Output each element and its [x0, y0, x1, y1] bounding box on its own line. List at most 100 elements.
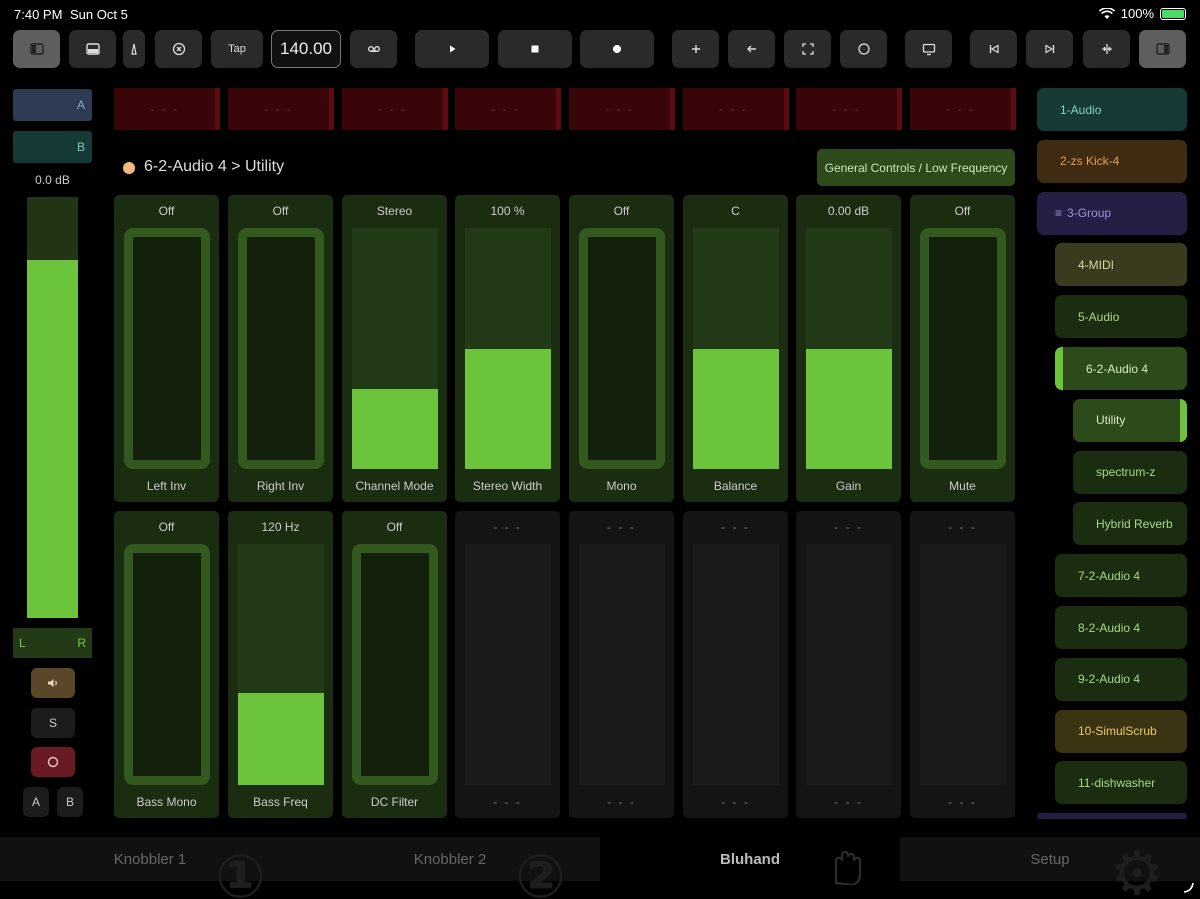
parameter-label: Bass Mono [136, 795, 197, 809]
bottom-panel-toggle-button[interactable] [69, 30, 116, 68]
parameter-toggle[interactable] [124, 228, 210, 469]
parameter-value: 0.00 dB [827, 204, 870, 218]
track-list-item[interactable]: Hybrid Reverb [1073, 502, 1187, 546]
tab-bluhand[interactable]: Bluhand [600, 837, 900, 885]
volume-fader-fill [27, 260, 78, 618]
sidebar-left-icon [29, 43, 44, 55]
track-list-item[interactable]: Utility [1073, 398, 1187, 442]
split-button[interactable] [1083, 30, 1130, 68]
crossfade-a-button[interactable]: A [23, 787, 49, 817]
track-list-item[interactable]: ≡ 3-Group [1037, 191, 1187, 235]
resize-handle-icon[interactable] [1182, 880, 1196, 894]
display-button[interactable] [905, 30, 952, 68]
pan-control[interactable]: L R [13, 628, 92, 658]
parameter-slider[interactable] [352, 228, 438, 469]
parameter-toggle[interactable] [352, 544, 438, 785]
next-track-button[interactable] [1026, 30, 1073, 68]
parameter-value: Off [613, 204, 630, 218]
track-list-item[interactable]: 10-SimulScrub [1055, 709, 1187, 753]
clip-slot[interactable]: - - - [455, 88, 561, 130]
parameter-slider[interactable] [238, 544, 324, 785]
clip-slot[interactable]: - - - [569, 88, 675, 130]
fullscreen-button[interactable] [784, 30, 831, 68]
parameter-cell[interactable]: Off Right Inv [228, 195, 333, 502]
parameter-toggle[interactable] [124, 544, 210, 785]
track-list-item[interactable]: 5-Audio [1055, 295, 1187, 339]
parameter-cell[interactable]: Off DC Filter [342, 511, 447, 818]
parameter-toggle[interactable] [920, 228, 1006, 469]
solo-button[interactable]: S [31, 708, 75, 738]
volume-fader[interactable] [27, 197, 78, 618]
monitor-icon [922, 43, 935, 56]
clip-slot[interactable]: - - - [910, 88, 1016, 130]
previous-track-button[interactable] [970, 30, 1017, 68]
parameter-cell[interactable]: 100 % Stereo Width [455, 195, 560, 502]
add-button[interactable] [672, 30, 719, 68]
clip-slot[interactable]: - - - [683, 88, 789, 130]
track-list-item[interactable]: 6-2-Audio 4 [1055, 347, 1187, 390]
back-button[interactable] [728, 30, 775, 68]
tap-tempo-button[interactable]: Tap [211, 30, 263, 68]
parameter-label: DC Filter [370, 795, 419, 809]
play-button[interactable] [415, 30, 489, 68]
parameter-slider[interactable] [806, 228, 892, 469]
parameter-label: Right Inv [256, 479, 305, 493]
track-list-item[interactable]: 7-2-Audio 4 [1055, 554, 1187, 598]
sidebar-right-icon [1155, 43, 1170, 55]
parameter-value: Off [158, 204, 175, 218]
metronome-icon [131, 43, 137, 55]
parameter-slider[interactable] [465, 228, 551, 469]
tab-knobbler-1[interactable]: ① Knobbler 1 [0, 837, 300, 899]
parameter-value: - - - [493, 520, 522, 534]
left-panel-toggle-button[interactable] [13, 30, 60, 68]
circle-button[interactable] [840, 30, 887, 68]
slider-fill [238, 693, 324, 785]
tab-knobbler-2[interactable]: ② Knobbler 2 [300, 837, 600, 899]
parameter-page-button[interactable]: General Controls / Low Frequency [817, 149, 1015, 186]
record-arm-icon [47, 756, 59, 768]
stop-all-clips-button[interactable] [155, 30, 202, 68]
clip-slot[interactable]: - - - [114, 88, 220, 130]
parameter-cell[interactable]: C Balance [683, 195, 788, 502]
circle-icon [857, 43, 870, 55]
clip-slot[interactable]: - - - [342, 88, 448, 130]
mute-button[interactable] [31, 668, 75, 698]
tempo-display[interactable]: 140.00 [271, 30, 341, 68]
loop-button[interactable] [350, 30, 397, 68]
parameter-toggle[interactable] [238, 228, 324, 469]
parameter-slider[interactable] [693, 228, 779, 469]
parameter-toggle[interactable] [579, 228, 665, 469]
parameter-cell[interactable]: Stereo Channel Mode [342, 195, 447, 502]
tab-setup[interactable]: ⚙ Setup [900, 837, 1200, 899]
track-list-item[interactable]: spectrum-z [1073, 450, 1187, 494]
record-button[interactable] [580, 30, 654, 68]
pan-right-label: R [77, 636, 86, 650]
clip-slot[interactable]: - - - [796, 88, 902, 130]
parameter-cell[interactable]: Off Mono [569, 195, 674, 502]
parameter-cell[interactable]: Off Bass Mono [114, 511, 219, 818]
clip-slot[interactable]: - - - [228, 88, 334, 130]
parameter-cell[interactable]: 0.00 dB Gain [796, 195, 901, 502]
stop-button[interactable] [498, 30, 572, 68]
track-list-item[interactable]: 4-MIDI [1055, 243, 1187, 287]
device-slot-a[interactable]: A [13, 89, 92, 121]
metronome-button[interactable] [123, 30, 145, 68]
track-list-item[interactable]: 8-2-Audio 4 [1055, 606, 1187, 649]
parameter-label: Stereo Width [472, 479, 543, 493]
right-panel-toggle-button[interactable] [1139, 30, 1186, 68]
parameter-cell[interactable]: 120 Hz Bass Freq [228, 511, 333, 818]
parameter-cell[interactable]: Off Left Inv [114, 195, 219, 502]
parameter-cell[interactable]: Off Mute [910, 195, 1015, 502]
wifi-icon [1098, 7, 1115, 19]
track-list-item[interactable]: 1-Audio [1037, 88, 1187, 131]
crossfade-b-button[interactable]: B [57, 787, 83, 817]
track-name: Utility [1096, 413, 1126, 428]
track-list-item[interactable] [1037, 813, 1187, 819]
track-list-item[interactable]: 9-2-Audio 4 [1055, 657, 1187, 701]
parameter-label: Bass Freq [253, 795, 308, 809]
device-slot-b[interactable]: B [13, 131, 92, 163]
track-list-item[interactable]: 11-dishwasher [1055, 761, 1187, 805]
arm-button[interactable] [31, 747, 75, 777]
track-list-item[interactable]: 2-zs Kick-4 [1037, 139, 1187, 183]
battery-percent: 100% [1120, 6, 1154, 21]
